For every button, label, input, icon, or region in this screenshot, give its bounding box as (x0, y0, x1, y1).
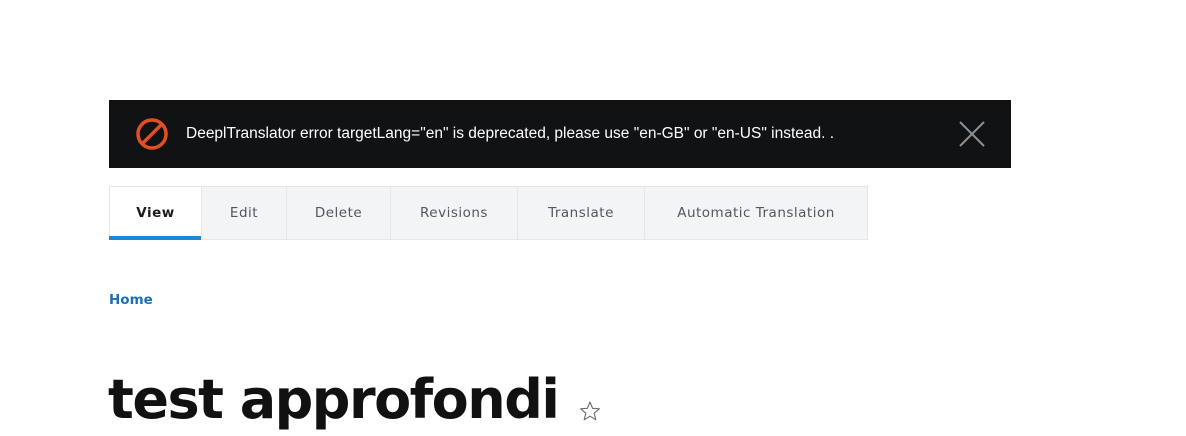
page-title: test approfondi (108, 368, 560, 431)
tab-revisions[interactable]: Revisions (391, 187, 518, 239)
tab-automatic-translation[interactable]: Automatic Translation (645, 187, 867, 239)
tab-delete[interactable]: Delete (287, 187, 391, 239)
tab-translate[interactable]: Translate (518, 187, 645, 239)
primary-tabs: View Edit Delete Revisions Translate Aut… (109, 186, 868, 240)
error-prohibited-icon (136, 118, 168, 150)
error-message-bar: DeeplTranslator error targetLang="en" is… (109, 100, 1011, 168)
tab-edit[interactable]: Edit (202, 187, 287, 239)
error-message-text: DeeplTranslator error targetLang="en" is… (186, 125, 835, 142)
close-icon[interactable] (958, 120, 986, 148)
breadcrumb-home-link[interactable]: Home (109, 292, 153, 308)
star-icon[interactable] (579, 400, 601, 422)
tab-view[interactable]: View (109, 187, 202, 240)
